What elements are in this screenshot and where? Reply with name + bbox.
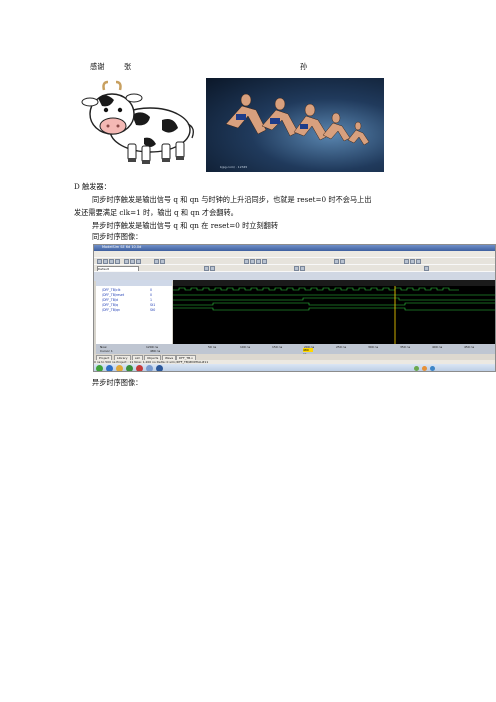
waveform-panel[interactable] [173,286,495,344]
async-description: 异步时序触发是输出信号 q 和 qn 在 reset=0 时立刻翻转 [92,221,279,230]
signal-qn[interactable]: /DFF_TB/qn [102,308,120,312]
value-d: 1 [150,298,153,302]
tray-icon-3[interactable] [430,366,435,371]
signal-q[interactable]: /DFF_TB/q [102,303,118,307]
wave-q [173,302,495,306]
value-qn: St0 [150,308,156,312]
tick-100: 100 ns [240,345,251,349]
modelsim-screenshot: ModelSim SE 6d 10.0d File Edit View Comp… [93,244,496,372]
sync-description-line2: 发还需要满足 clk=1 时，输出 q 和 qn 才会翻转。 [74,208,238,217]
folder-icon[interactable] [116,365,123,371]
wave-qn [173,307,495,311]
app-icon[interactable] [136,365,143,371]
dff-heading: D 触发器： [74,182,111,191]
cursor-value: 480 ns [150,349,161,353]
windows-taskbar [94,364,495,371]
browser-icon[interactable] [106,365,113,371]
sync-description-line1: 同步时序触发是输出信号 q 和 qn 与时钟的上升沿同步，也就是 reset=0… [92,195,372,204]
signal-d[interactable]: /DFF_TB/d [102,298,118,302]
tick-250: 250 ns [336,345,347,349]
photo-caption: bjpg.com/ · 12345 [220,165,248,169]
wave-d [173,297,495,301]
tick-450: 450 ns [464,345,475,349]
tray-icon-1[interactable] [414,366,419,371]
tray-icon-2[interactable] [422,366,427,371]
value-clk: 0 [150,288,153,292]
cursor-label: Cursor 1 [100,349,113,353]
signal-clk[interactable]: /DFF_TB/clk [102,288,120,292]
player-icon[interactable] [126,365,133,371]
value-q: St1 [150,303,156,307]
sync-waveform-label: 同步时序图像： [92,232,143,241]
tick-50: 50 ns [208,345,217,349]
signal-reset[interactable]: /DFF_TB/reset [102,293,124,297]
thanks-word: 感谢 [90,62,105,71]
time-ruler: Now 1200 ns Cursor 1 480 ns 50 ns 100 ns… [96,344,495,354]
cow-illustration [81,80,194,164]
tick-300: 300 ns [368,345,379,349]
tick-400: 400 ns [432,345,443,349]
value-reset: 0 [150,293,153,297]
async-waveform-label: 异步时序图像： [92,378,143,387]
thanks-name-zhang: 张 [124,62,132,71]
window-title: ModelSim SE 6d 10.0d [102,245,142,249]
cursor-time-marker[interactable]: 480 ns [303,348,313,356]
wave-clk [173,287,459,291]
word-icon[interactable] [156,365,163,371]
tick-150: 150 ns [272,345,283,349]
sprinters-photo: bjpg.com/ · 12345 [206,78,384,172]
thanks-name-sun: 孙 [300,62,308,71]
modelsim-task-icon[interactable] [146,365,153,371]
signal-list-panel: /DFF_TB/clk 0 /DFF_TB/reset 0 /DFF_TB/d … [96,286,172,344]
tick-350: 350 ns [400,345,411,349]
start-button-icon[interactable] [96,365,103,371]
